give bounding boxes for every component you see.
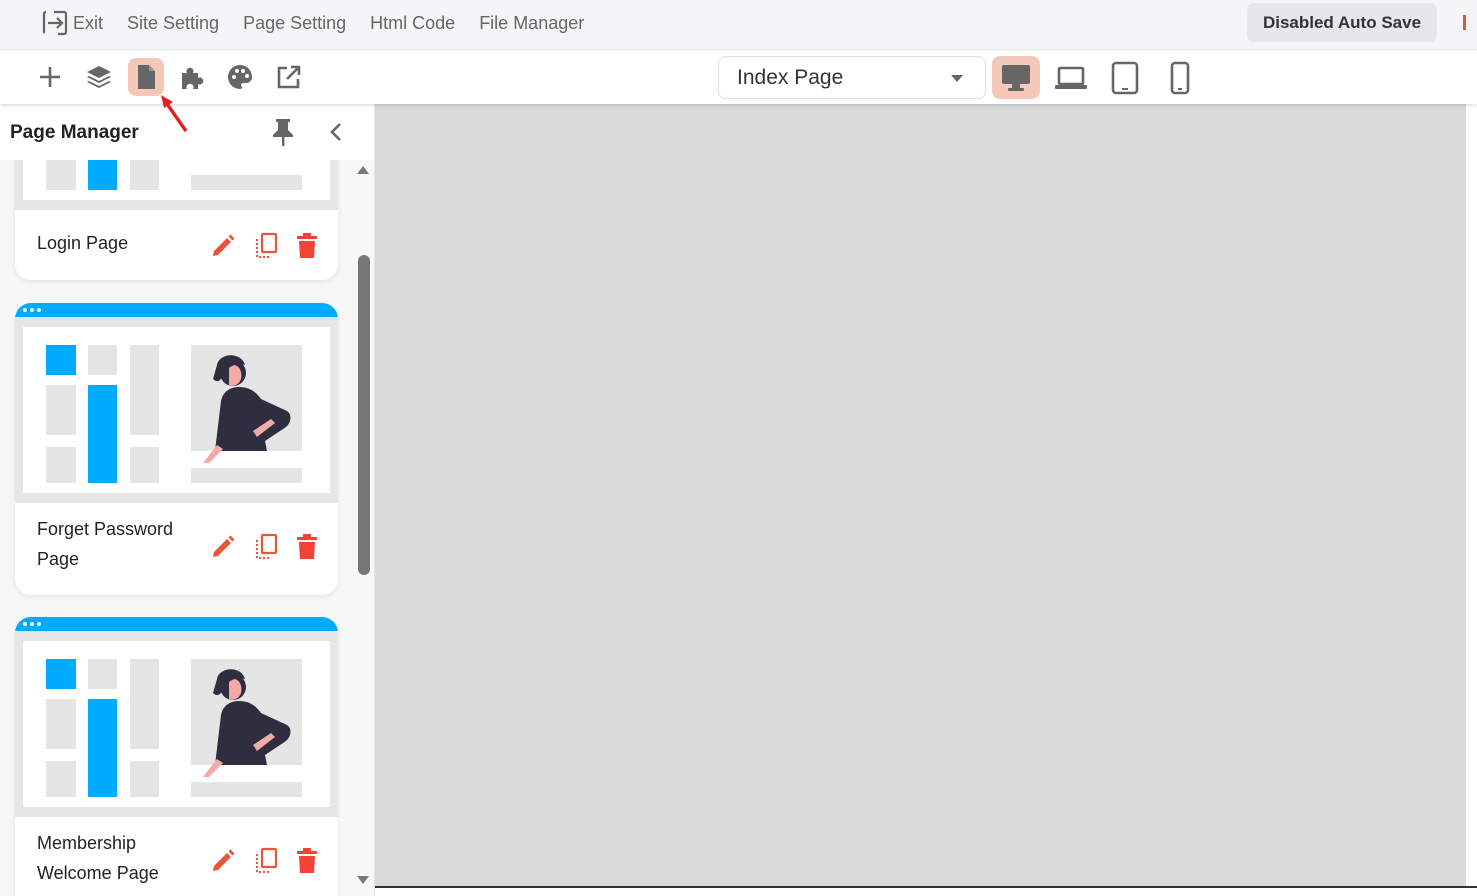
plus-icon <box>40 67 60 87</box>
duplicate-page-button[interactable] <box>253 847 279 875</box>
card-browser-bar <box>15 617 338 631</box>
duplicate-page-button[interactable] <box>253 232 279 260</box>
site-setting-menu[interactable]: Site Setting <box>127 13 219 34</box>
preview-button[interactable] <box>271 58 307 96</box>
exit-icon <box>42 10 68 36</box>
scrollbar-thumb[interactable] <box>358 255 370 575</box>
file-manager-menu[interactable]: File Manager <box>479 13 584 34</box>
palette-icon <box>228 65 252 89</box>
layers-button[interactable] <box>81 58 117 96</box>
delete-page-button[interactable] <box>296 534 318 560</box>
duplicate-icon <box>256 232 278 258</box>
page-manager-button[interactable] <box>128 58 164 96</box>
exit-button[interactable]: Exit <box>42 10 103 36</box>
edit-page-button[interactable] <box>210 848 236 874</box>
desktop-icon <box>1002 64 1030 91</box>
panel-title: Page Manager <box>10 122 139 143</box>
page-thumbnail <box>15 160 338 210</box>
clipped-edge-indicator <box>1463 15 1466 30</box>
duplicate-page-button[interactable] <box>253 533 279 561</box>
page-list[interactable]: Login Page Forget Password Page Membersh… <box>0 160 374 896</box>
page-name: Forget Password Page <box>37 519 174 569</box>
pointer-arrow-icon <box>161 95 188 132</box>
page-setting-menu[interactable]: Page Setting <box>243 13 346 34</box>
tablet-icon <box>1111 61 1139 94</box>
tablet-view-button[interactable] <box>1101 56 1149 99</box>
collapse-panel-button[interactable] <box>326 120 346 149</box>
pencil-icon <box>213 535 235 557</box>
puzzle-icon <box>182 67 204 89</box>
page-name: Membership Welcome Page <box>37 833 159 883</box>
trash-icon <box>297 848 317 873</box>
scroll-down-arrow-icon[interactable] <box>357 876 369 884</box>
edit-page-button[interactable] <box>210 534 236 560</box>
desktop-view-button[interactable] <box>992 56 1040 99</box>
pin-button[interactable] <box>270 117 296 152</box>
page-select-dropdown[interactable]: Index Page <box>718 56 986 99</box>
html-code-menu[interactable]: Html Code <box>370 13 455 34</box>
pencil-icon <box>213 849 235 871</box>
page-card[interactable]: Membership Welcome Page <box>15 617 338 896</box>
trash-icon <box>297 534 317 559</box>
external-link-icon <box>277 65 301 89</box>
scroll-up-arrow-icon[interactable] <box>357 166 369 174</box>
card-browser-bar <box>15 303 338 317</box>
delete-page-button[interactable] <box>296 233 318 259</box>
pencil-icon <box>213 234 235 256</box>
canvas-bottom-border <box>375 886 1477 896</box>
trash-icon <box>297 233 317 258</box>
editor-canvas[interactable] <box>375 104 1466 888</box>
page-card[interactable]: Login Page <box>15 160 338 280</box>
chevron-down-icon <box>951 75 963 82</box>
top-menu-bar: Exit Site Setting Page Setting Html Code… <box>0 0 1477 50</box>
page-thumbnail <box>15 631 338 817</box>
delete-page-button[interactable] <box>296 848 318 874</box>
edit-page-button[interactable] <box>210 233 236 259</box>
disable-auto-save-button[interactable]: Disabled Auto Save <box>1247 3 1437 42</box>
page-card[interactable]: Forget Password Page <box>15 303 338 595</box>
card-actions <box>193 533 318 561</box>
theme-button[interactable] <box>222 58 258 96</box>
mobile-icon <box>1170 61 1190 94</box>
card-actions <box>193 847 318 875</box>
woman-illustration-icon <box>203 669 291 777</box>
page-manager-panel: Page Manager Login Page Forget Password … <box>0 104 375 896</box>
page-thumbnail <box>15 317 338 503</box>
duplicate-icon <box>256 533 278 559</box>
chevron-left-icon <box>330 123 341 141</box>
mobile-view-button[interactable] <box>1156 56 1204 99</box>
page-icon <box>138 65 155 89</box>
laptop-icon <box>1055 66 1087 89</box>
exit-label: Exit <box>73 12 104 33</box>
editor-toolbar: Index Page <box>0 51 1477 104</box>
card-actions <box>193 232 318 260</box>
page-name: Login Page <box>37 233 129 253</box>
plugins-button[interactable] <box>174 58 210 96</box>
pin-icon <box>273 119 293 146</box>
page-select-value: Index Page <box>737 65 844 89</box>
duplicate-icon <box>256 847 278 873</box>
layers-icon <box>87 66 111 88</box>
add-element-button[interactable] <box>32 58 68 96</box>
laptop-view-button[interactable] <box>1047 56 1095 99</box>
woman-illustration-icon <box>203 355 291 463</box>
main-menu: Exit Site Setting Page Setting Html Code… <box>42 0 608 46</box>
